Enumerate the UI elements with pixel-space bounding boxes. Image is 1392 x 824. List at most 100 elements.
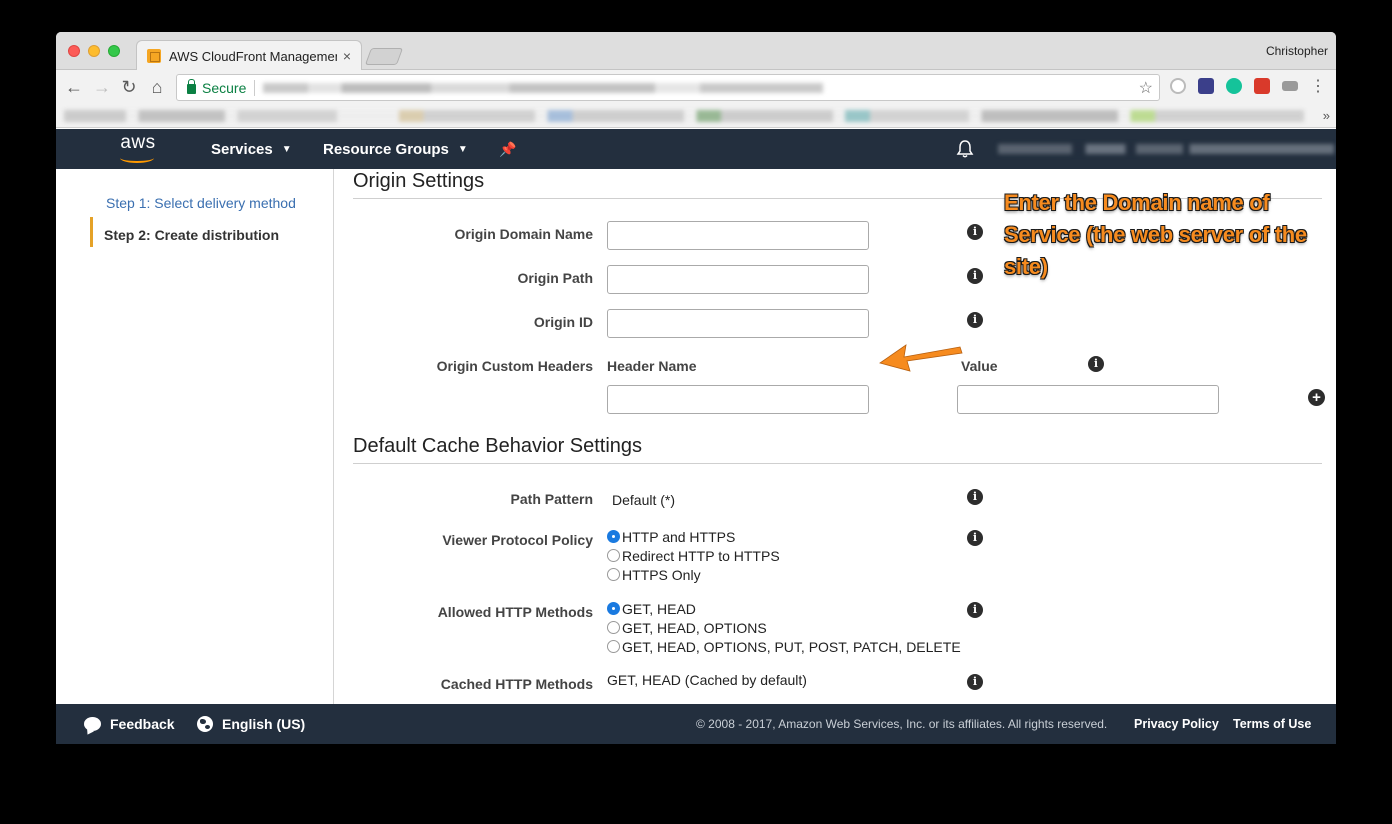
radio-label: HTTP and HTTPS [622,528,736,545]
origin-settings-title: Origin Settings [353,170,485,192]
speech-bubble-icon [84,717,101,731]
path-pattern-label: Path Pattern [510,491,593,507]
terms-of-use-link[interactable]: Terms of Use [1233,717,1311,731]
browser-menu-icon[interactable]: ⋮ [1308,77,1328,97]
annotation-callout: Enter the Domain name of Service (the we… [1004,190,1307,279]
info-icon[interactable]: i [1088,356,1104,372]
origin-id-input[interactable] [607,309,869,338]
radio-button[interactable] [607,621,620,634]
bookmark-star-icon[interactable]: ☆ [1139,78,1153,98]
wizard-steps: Step 1: Select delivery method Step 2: C… [56,169,334,704]
bell-icon[interactable] [956,139,974,159]
aws-logo-text: aws [120,132,156,153]
radio-label: Redirect HTTP to HTTPS [622,547,780,564]
url-text-redacted [263,82,824,93]
radio-button[interactable] [607,549,620,562]
radio-button-checked[interactable] [607,602,620,615]
extension-grey-icon[interactable] [1282,81,1298,91]
radio-label: GET, HEAD [622,600,696,617]
cached-http-methods-value: GET, HEAD (Cached by default) [607,672,807,688]
origin-path-input[interactable] [607,265,869,294]
lock-icon [187,79,196,94]
radio-label: HTTPS Only [622,566,701,583]
bookmarks-bar: » [56,104,1336,128]
radio-http-and-https[interactable]: HTTP and HTTPS [607,527,735,546]
active-step-indicator [90,217,93,247]
info-icon[interactable]: i [967,602,983,618]
address-bar[interactable]: Secure ☆ [176,74,1160,101]
origin-domain-name-input[interactable] [607,221,869,250]
info-icon[interactable]: i [967,312,983,328]
tab-title: AWS CloudFront Management [169,48,337,64]
aws-logo[interactable]: aws [116,132,160,164]
info-icon[interactable]: i [967,224,983,240]
profile-name[interactable]: Christopher [1266,44,1328,58]
info-icon[interactable]: i [967,268,983,284]
aws-top-nav: aws Services ▼ Resource Groups ▼ 📌 [56,129,1336,169]
radio-redirect-http-to-https[interactable]: Redirect HTTP to HTTPS [607,546,780,565]
cloudfront-favicon-icon [147,49,161,63]
radio-button[interactable] [607,640,620,653]
browser-tab[interactable]: AWS CloudFront Management × [136,40,362,71]
forward-arrow-icon[interactable]: → [92,77,112,97]
tab-close-icon[interactable]: × [343,48,351,64]
language-label: English (US) [222,716,306,732]
feedback-link[interactable]: Feedback [84,704,175,744]
value-column: Value [961,358,998,374]
header-name-input[interactable] [607,385,869,414]
origin-id-label: Origin ID [533,314,593,330]
allowed-http-methods-label: Allowed HTTP Methods [437,604,593,620]
reload-icon[interactable]: ↻ [119,77,139,97]
extension-dark-icon[interactable] [1198,78,1214,94]
minimize-window-button[interactable] [88,45,100,57]
chevron-down-icon: ▼ [281,143,292,155]
services-menu[interactable]: Services ▼ [211,129,292,169]
resource-groups-menu[interactable]: Resource Groups ▼ [323,129,468,169]
radio-get-head[interactable]: GET, HEAD [607,599,696,618]
step-2-current: Step 2: Create distribution [104,227,280,243]
copyright-text: © 2008 - 2017, Amazon Web Services, Inc.… [696,717,1108,731]
radio-button-checked[interactable] [607,530,620,543]
resource-groups-label: Resource Groups [323,140,449,158]
bookmarks-more-icon[interactable]: » [1323,108,1330,123]
pin-icon[interactable]: 📌 [499,141,516,158]
grammarly-icon[interactable] [1226,78,1242,94]
home-icon[interactable]: ⌂ [147,77,167,97]
privacy-policy-link[interactable]: Privacy Policy [1134,717,1219,731]
info-icon[interactable]: i [967,674,983,690]
add-header-plus-icon[interactable]: + [1308,389,1325,406]
back-arrow-icon[interactable]: ← [64,77,84,97]
maximize-window-button[interactable] [108,45,120,57]
bookmarks-redacted [64,110,1304,122]
url-divider [254,79,256,96]
tab-bar: AWS CloudFront Management × Christopher [56,32,1336,71]
origin-path-label: Origin Path [517,270,593,286]
extension-red-icon[interactable] [1254,78,1270,94]
extension-circle-icon[interactable] [1170,78,1186,94]
new-tab-button[interactable] [364,48,404,65]
radio-all-methods[interactable]: GET, HEAD, OPTIONS, PUT, POST, PATCH, DE… [607,637,961,656]
browser-toolbar: ← → ↻ ⌂ Secure ☆ ⋮ [56,70,1336,104]
radio-get-head-options[interactable]: GET, HEAD, OPTIONS [607,618,767,637]
feedback-label: Feedback [110,716,175,732]
radio-https-only[interactable]: HTTPS Only [607,565,701,584]
radio-label: GET, HEAD, OPTIONS [622,619,767,636]
radio-button[interactable] [607,568,620,581]
header-value-input[interactable] [957,385,1219,414]
info-icon[interactable]: i [967,489,983,505]
viewer-protocol-policy-label: Viewer Protocol Policy [442,532,593,548]
chevron-down-icon: ▼ [457,143,468,155]
info-icon[interactable]: i [967,530,983,546]
account-info-redacted[interactable] [998,144,1334,154]
window-controls [68,45,120,57]
aws-footer: Feedback English (US) © 2008 - 2017, Ama… [56,704,1336,744]
browser-window: AWS CloudFront Management × Christopher … [56,32,1336,744]
origin-custom-headers-label: Origin Custom Headers [436,358,593,374]
aws-smile-icon [120,153,154,163]
path-pattern-value: Default (*) [612,492,676,508]
language-selector[interactable]: English (US) [197,704,305,744]
services-label: Services [211,140,273,158]
close-window-button[interactable] [68,45,80,57]
header-name-column: Header Name [607,358,697,374]
step-1-link[interactable]: Step 1: Select delivery method [106,195,296,211]
